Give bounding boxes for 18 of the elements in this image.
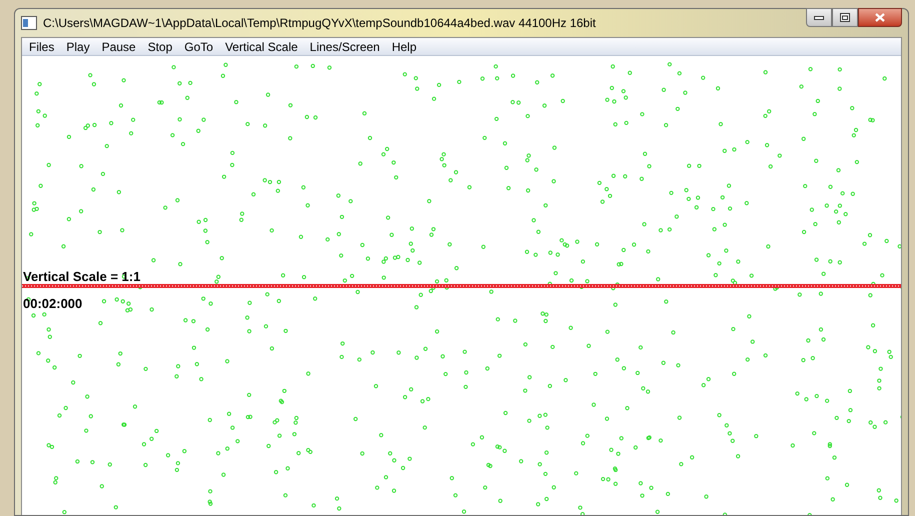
menu-item[interactable]: Pause	[96, 38, 142, 56]
time-label: 00:02:000	[23, 295, 82, 313]
minimize-icon	[814, 16, 824, 20]
menu-item[interactable]: Lines/Screen	[304, 38, 386, 56]
maximize-button[interactable]	[832, 8, 858, 27]
menu-item[interactable]: Vertical Scale	[219, 38, 304, 56]
menu-item[interactable]: Stop	[142, 38, 178, 56]
menu-item[interactable]: Help	[386, 38, 423, 56]
window-title: C:\Users\MAGDAW~1\AppData\Local\Temp\RtmpugQYvX\tempSoundb10644a4bed.wav 44100Hz 16bit	[43, 15, 596, 32]
scale-label: Vertical Scale = 1:1	[23, 268, 140, 286]
minimize-button[interactable]	[806, 8, 832, 27]
app-icon	[21, 16, 37, 30]
close-icon	[875, 13, 885, 22]
maximize-icon	[840, 13, 850, 22]
menu-item[interactable]: Play	[60, 38, 96, 56]
close-button[interactable]	[858, 8, 902, 27]
menu-item[interactable]: Files	[23, 38, 60, 56]
menu-item[interactable]: GoTo	[178, 38, 220, 56]
